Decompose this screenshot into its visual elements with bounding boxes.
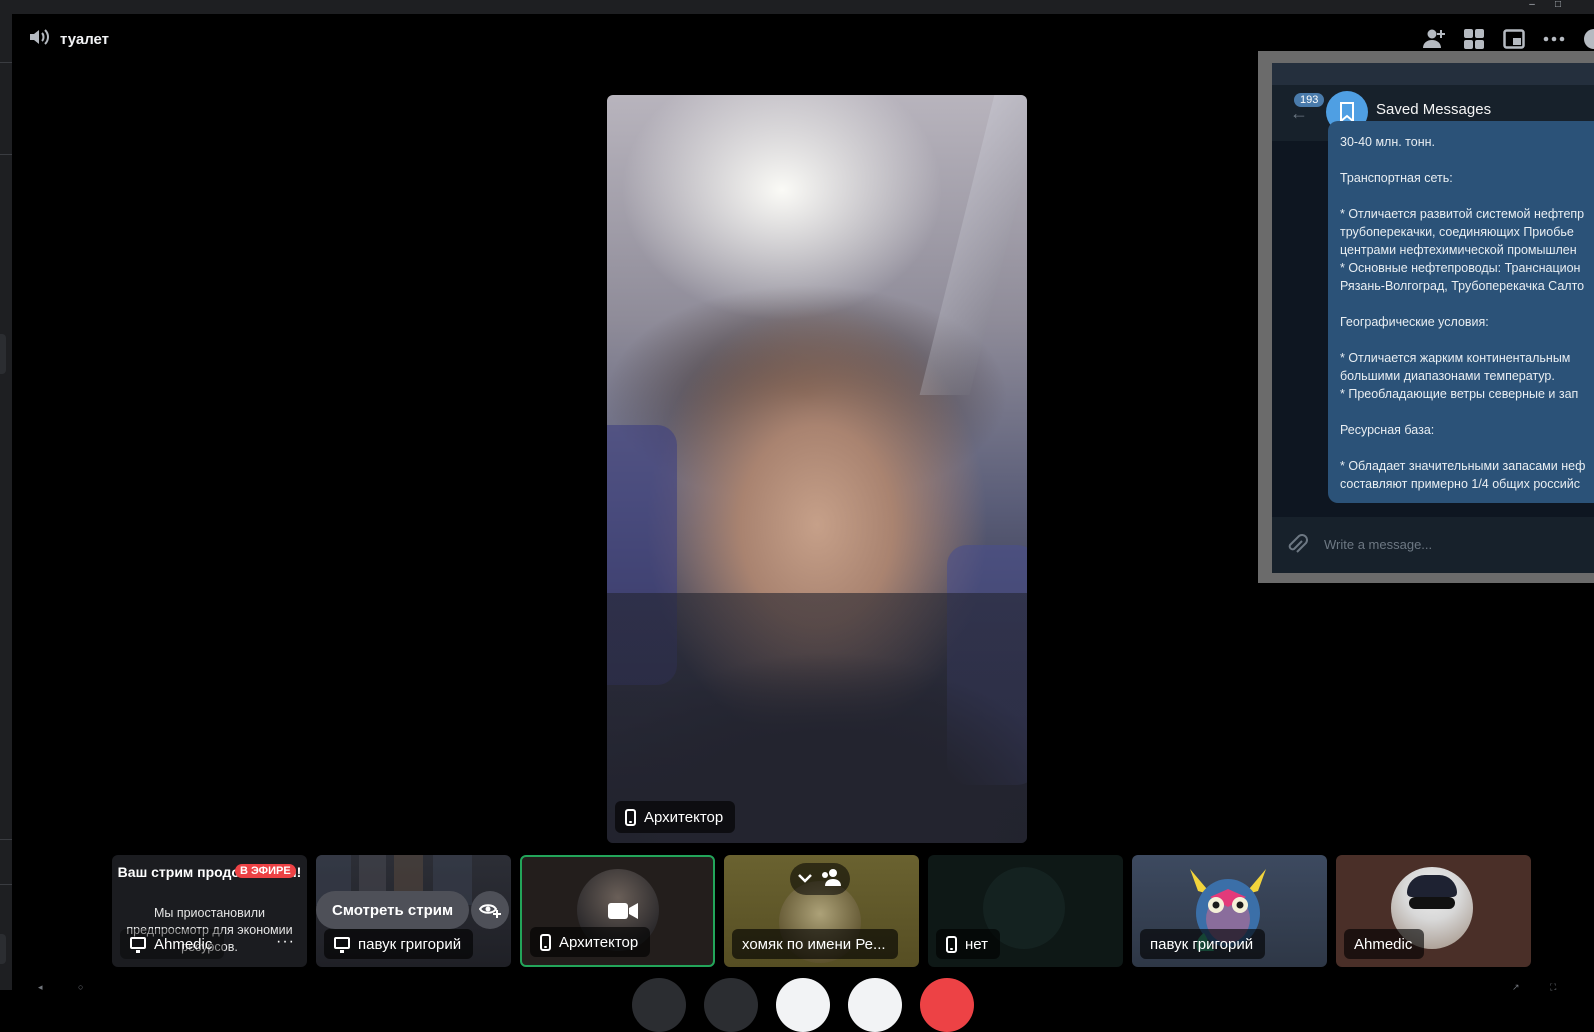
chevron-down-icon[interactable] xyxy=(798,870,812,888)
add-user-icon[interactable] xyxy=(1414,24,1454,54)
participant-tile-pavuk[interactable]: павук григорий xyxy=(1132,855,1327,967)
sidebar-divider xyxy=(0,62,12,63)
preview-username: павук григорий xyxy=(358,935,462,953)
participant-username: хомяк по имени Ре... xyxy=(742,935,886,953)
channel-name: туалет xyxy=(60,30,110,48)
main-video-username: Архитектор xyxy=(644,808,724,826)
participant-tile-net[interactable]: нет xyxy=(928,855,1123,967)
participant-username: Ahmedic xyxy=(1354,935,1413,953)
participant-name-tag: Архитектор xyxy=(530,927,651,957)
telegram-panel: ← 193 Saved Messages 30-40 млн. тонн. Тр… xyxy=(1272,63,1594,573)
window-titlebar: – □ xyxy=(0,0,1594,14)
minimize-button[interactable]: – xyxy=(1522,0,1542,14)
sidebar-edge xyxy=(0,14,12,990)
participant-tile-ahmedic[interactable]: Ahmedic xyxy=(1336,855,1531,967)
call-controls: ◂ ○ ↗ ⛶ xyxy=(0,978,1594,1032)
phone-icon xyxy=(625,808,636,826)
stream-name-tag: Ahmedic xyxy=(120,929,225,959)
participant-name-tag: нет xyxy=(936,929,1000,959)
camera-button[interactable] xyxy=(704,978,758,1032)
phone-icon xyxy=(540,933,551,951)
main-video-name-tag: Архитектор xyxy=(615,801,736,833)
sidebar-divider xyxy=(0,154,12,155)
attach-icon[interactable] xyxy=(1286,533,1308,562)
channel-header: туалет xyxy=(28,26,109,52)
chat-title[interactable]: Saved Messages xyxy=(1376,101,1491,118)
watch-stream-button[interactable]: Смотреть стрим xyxy=(316,891,470,929)
chat-icon[interactable] xyxy=(1574,24,1594,54)
message-bubble[interactable]: 30-40 млн. тонн. Транспортная сеть: * От… xyxy=(1328,121,1594,503)
message-input-bar: Write a message... xyxy=(1272,517,1594,573)
participant-name-tag: хомяк по имени Ре... xyxy=(732,929,898,959)
participant-username: павук григорий xyxy=(1150,935,1254,953)
add-viewer-icon[interactable] xyxy=(471,891,509,929)
telegram-window[interactable]: ← 193 Saved Messages 30-40 млн. тонн. Тр… xyxy=(1258,51,1594,583)
more-options-icon[interactable]: ··· xyxy=(276,933,295,951)
main-video-feed[interactable]: Архитектор xyxy=(607,95,1027,843)
popout-icon[interactable] xyxy=(1494,24,1534,54)
camera-icon xyxy=(607,900,639,922)
speaker-icon xyxy=(28,27,50,52)
activities-button[interactable] xyxy=(848,978,902,1032)
screen-share-icon xyxy=(130,936,146,953)
stream-username: Ahmedic xyxy=(154,935,213,953)
info-icon[interactable]: ○ xyxy=(78,982,92,992)
telegram-message-area[interactable]: 30-40 млн. тонн. Транспортная сеть: * От… xyxy=(1272,121,1594,517)
telegram-topbar xyxy=(1272,63,1594,85)
phone-icon xyxy=(946,935,957,953)
tile-controls[interactable] xyxy=(790,863,850,895)
participant-username: Архитектор xyxy=(559,933,639,951)
participant-name-tag: павук григорий xyxy=(1140,929,1266,959)
sidebar-divider xyxy=(0,884,12,885)
live-badge: В ЭФИРЕ xyxy=(235,864,296,878)
stream-paused-tile[interactable]: Ваш стрим продолжается! В ЭФИРЕ Мы приос… xyxy=(112,855,307,967)
video-background-rail xyxy=(919,95,1027,395)
participant-tile-hamster[interactable]: хомяк по имени Ре... xyxy=(724,855,919,967)
volume-icon[interactable]: ◂ xyxy=(38,982,52,992)
disconnect-button[interactable] xyxy=(920,978,974,1032)
popout-icon[interactable]: ↗ xyxy=(1512,982,1526,992)
message-input[interactable]: Write a message... xyxy=(1324,537,1432,552)
maximize-button[interactable]: □ xyxy=(1548,0,1568,14)
stream-preview-tile[interactable]: Смотреть стрим павук григорий xyxy=(316,855,511,967)
more-icon[interactable] xyxy=(1534,24,1574,54)
sidebar-selected-indicator[interactable] xyxy=(0,334,6,374)
call-toolbar xyxy=(1414,24,1594,54)
participant-tile-arkhitektor[interactable]: Архитектор xyxy=(520,855,715,967)
screen-share-icon xyxy=(334,936,350,953)
sidebar-divider xyxy=(0,839,12,840)
mic-button[interactable] xyxy=(632,978,686,1032)
fullscreen-icon[interactable]: ⛶ xyxy=(1550,982,1564,992)
participant-name-tag: Ahmedic xyxy=(1344,929,1425,959)
preview-name-tag: павук григорий xyxy=(324,929,474,959)
unread-badge: 193 xyxy=(1294,93,1325,107)
screen-share-button[interactable] xyxy=(776,978,830,1032)
grid-icon[interactable] xyxy=(1454,24,1494,54)
participant-username: нет xyxy=(965,935,988,953)
group-icon[interactable] xyxy=(820,868,842,891)
sidebar-item[interactable] xyxy=(0,934,6,964)
